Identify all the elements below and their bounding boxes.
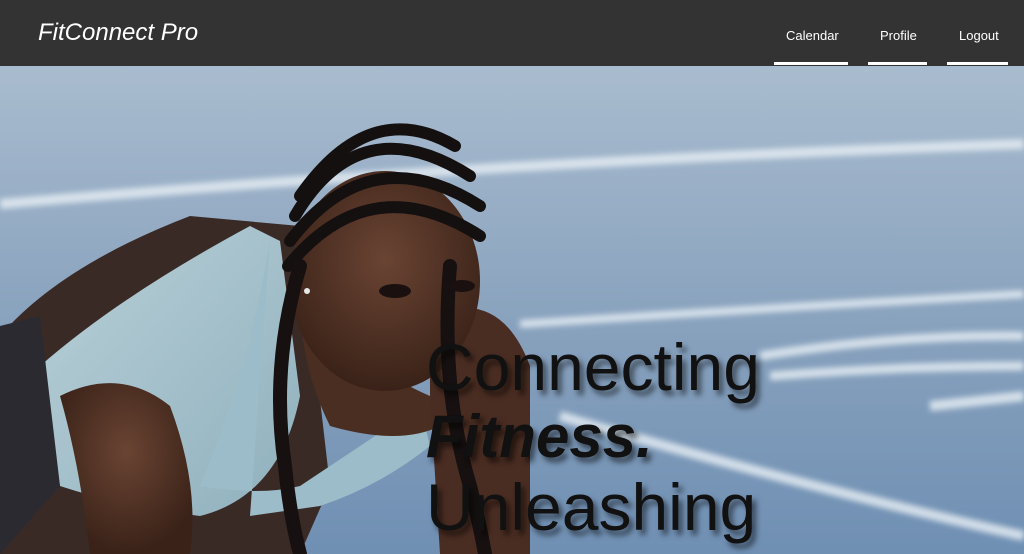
brand-logo-link[interactable]: FitConnect Pro [38, 18, 198, 48]
nav-link-calendar[interactable]: Calendar [774, 0, 848, 65]
hero-section: Connecting Fitness. Unleashing [0, 66, 1024, 554]
nav-link-profile[interactable]: Profile [868, 0, 927, 65]
nav-links: Calendar Profile Logout [754, 0, 1008, 66]
hero-line-1: Connecting [426, 330, 760, 404]
navbar: FitConnect Pro Calendar Profile Logout [0, 0, 1024, 66]
nav-link-logout[interactable]: Logout [947, 0, 1008, 65]
hero-headline: Connecting Fitness. Unleashing [426, 332, 760, 542]
hero-line-3: Unleashing [426, 470, 757, 544]
hero-line-2: Fitness. [426, 403, 653, 470]
